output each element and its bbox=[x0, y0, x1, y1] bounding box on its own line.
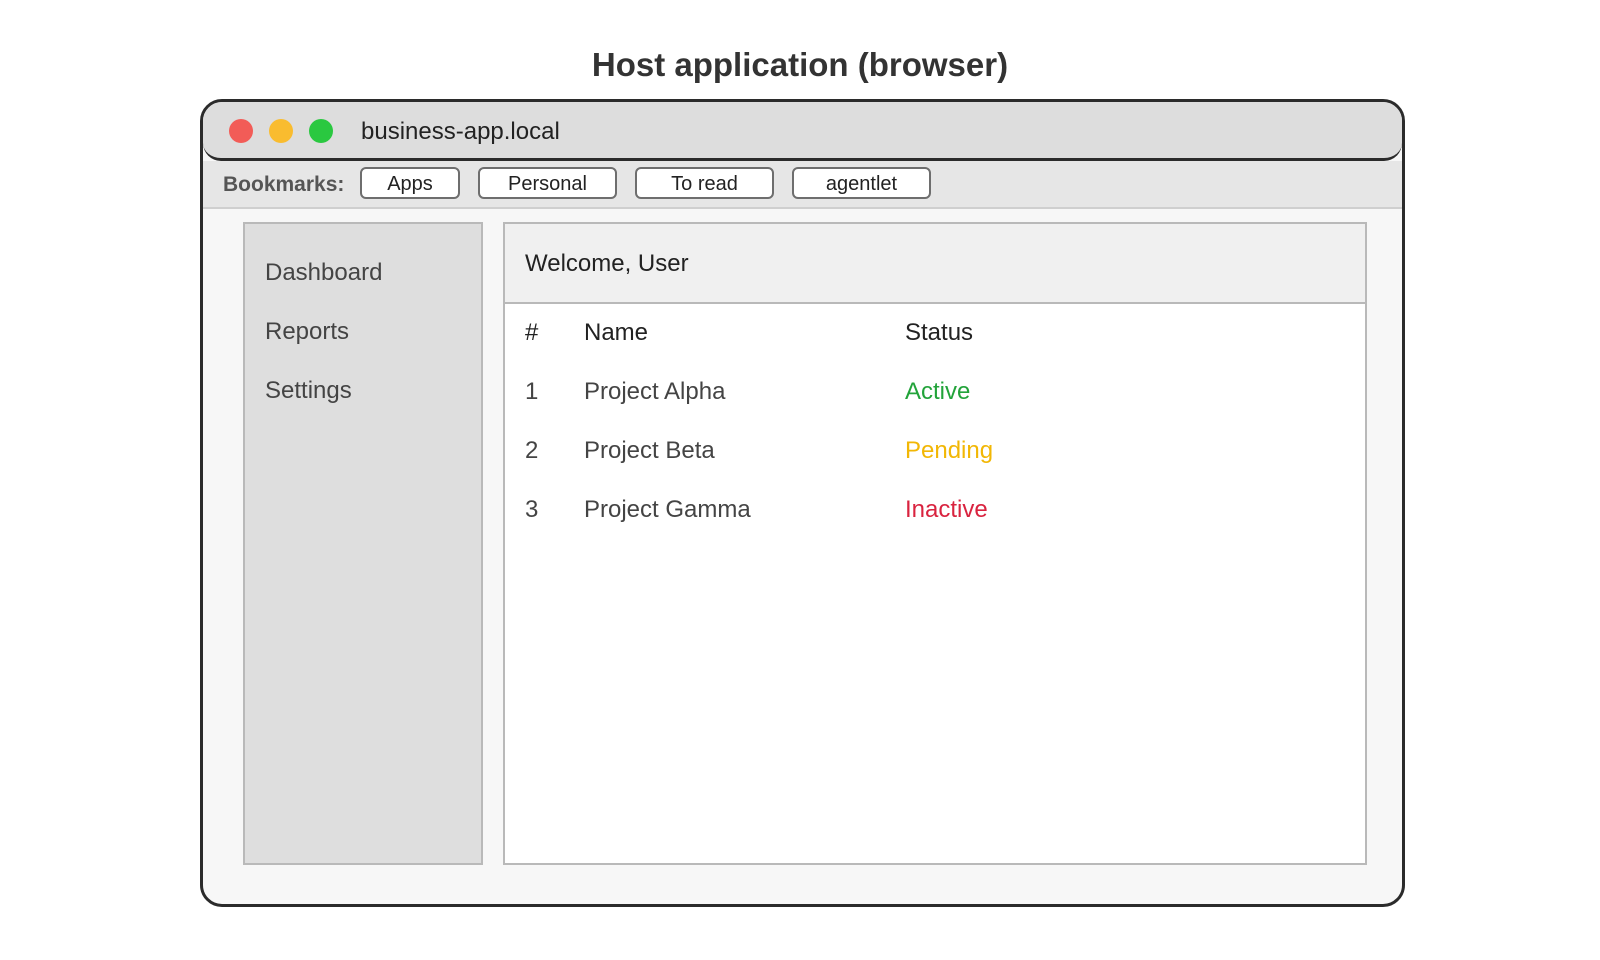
row-project-name: Project Gamma bbox=[584, 496, 751, 523]
sidebar-item-dashboard[interactable]: Dashboard bbox=[265, 259, 382, 287]
bookmark-personal[interactable]: Personal bbox=[478, 167, 617, 199]
title-bar: business-app.local bbox=[203, 102, 1402, 161]
bookmark-to-read[interactable]: To read bbox=[635, 167, 774, 199]
bookmark-apps[interactable]: Apps bbox=[360, 167, 460, 199]
close-window-icon[interactable] bbox=[229, 119, 253, 143]
main-panel: Welcome, User # Name Status 1 Project Al… bbox=[503, 222, 1367, 865]
status-badge: Inactive bbox=[905, 496, 988, 523]
row-project-name: Project Beta bbox=[584, 437, 715, 464]
row-project-name: Project Alpha bbox=[584, 378, 726, 405]
maximize-window-icon[interactable] bbox=[309, 119, 333, 143]
column-header-number: # bbox=[525, 319, 539, 346]
main-header: Welcome, User bbox=[505, 224, 1365, 304]
row-number: 3 bbox=[525, 496, 539, 523]
bookmark-agentlet[interactable]: agentlet bbox=[792, 167, 931, 199]
sidebar-item-reports[interactable]: Reports bbox=[265, 318, 349, 346]
status-badge: Pending bbox=[905, 437, 994, 464]
sidebar: Dashboard Reports Settings bbox=[243, 222, 483, 865]
sidebar-item-settings[interactable]: Settings bbox=[265, 377, 352, 405]
diagram-canvas: Host application (browser) business-app.… bbox=[0, 0, 1600, 960]
row-number: 1 bbox=[525, 378, 539, 405]
browser-window: business-app.local Bookmarks: Apps Perso… bbox=[200, 99, 1405, 907]
address-bar-url[interactable]: business-app.local bbox=[361, 118, 560, 146]
column-header-status: Status bbox=[905, 319, 974, 346]
welcome-message: Welcome, User bbox=[525, 250, 689, 277]
column-header-name: Name bbox=[584, 319, 649, 346]
minimize-window-icon[interactable] bbox=[269, 119, 293, 143]
bookmarks-bar: Bookmarks: Apps Personal To read agentle… bbox=[203, 161, 1402, 209]
status-badge: Active bbox=[905, 378, 971, 405]
row-number: 2 bbox=[525, 437, 539, 464]
diagram-caption: Host application (browser) bbox=[591, 46, 1009, 83]
bookmarks-label: Bookmarks: bbox=[223, 173, 345, 196]
